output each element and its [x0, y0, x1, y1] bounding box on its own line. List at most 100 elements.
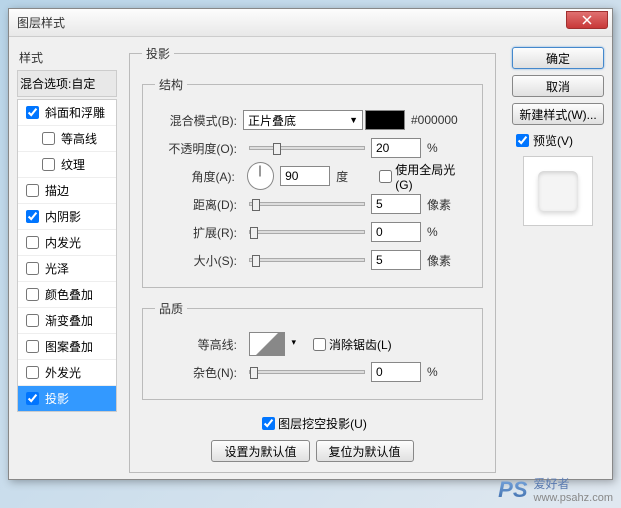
style-item[interactable]: 图案叠加 [18, 334, 116, 360]
noise-unit: % [427, 365, 457, 379]
noise-input[interactable] [371, 362, 421, 382]
blend-mode-row: 混合模式(B): 正片叠底 #000000 [155, 109, 470, 131]
style-item[interactable]: 等高线 [18, 126, 116, 152]
style-item-checkbox[interactable] [26, 366, 39, 379]
style-item-checkbox[interactable] [26, 340, 39, 353]
style-item-label: 斜面和浮雕 [45, 104, 105, 121]
knockout-label[interactable]: 图层挖空投影(U) [258, 414, 367, 433]
style-item-checkbox[interactable] [26, 210, 39, 223]
style-item-label: 图案叠加 [45, 338, 93, 355]
preview-checkbox[interactable] [516, 134, 529, 147]
ok-button[interactable]: 确定 [512, 47, 604, 69]
default-buttons-row: 设置为默认值 复位为默认值 [142, 440, 483, 462]
right-panel: 确定 取消 新建样式(W)... 预览(V) [504, 37, 612, 479]
opacity-slider[interactable] [249, 146, 365, 150]
size-unit: 像素 [427, 252, 457, 269]
noise-slider[interactable] [249, 370, 365, 374]
style-item[interactable]: 投影 [18, 386, 116, 411]
angle-label: 角度(A): [155, 168, 241, 185]
distance-input[interactable] [371, 194, 421, 214]
angle-dial[interactable] [247, 162, 274, 190]
shadow-color-swatch[interactable] [365, 110, 405, 130]
style-item[interactable]: 外发光 [18, 360, 116, 386]
global-light-checkbox[interactable] [379, 170, 392, 183]
angle-unit: 度 [336, 168, 365, 185]
spread-unit: % [427, 225, 457, 239]
global-light-label[interactable]: 使用全局光(G) [375, 161, 470, 192]
style-item-checkbox[interactable] [42, 132, 55, 145]
antialias-label[interactable]: 消除锯齿(L) [309, 335, 392, 354]
spread-input[interactable] [371, 222, 421, 242]
style-item-label: 内发光 [45, 234, 81, 251]
spread-slider[interactable] [249, 230, 365, 234]
opacity-label: 不透明度(O): [155, 140, 243, 157]
noise-label: 杂色(N): [155, 364, 243, 381]
blend-mode-label: 混合模式(B): [155, 112, 243, 129]
quality-fieldset: 品质 等高线: 消除锯齿(L) 杂色(N): % [142, 300, 483, 400]
spread-row: 扩展(R): % [155, 221, 470, 243]
style-item[interactable]: 描边 [18, 178, 116, 204]
style-item-label: 渐变叠加 [45, 312, 93, 329]
style-item-checkbox[interactable] [26, 184, 39, 197]
knockout-row: 图层挖空投影(U) [142, 412, 483, 434]
titlebar: 图层样式 [9, 9, 612, 37]
layer-style-dialog: 图层样式 样式 混合选项:自定 斜面和浮雕等高线纹理描边内阴影内发光光泽颜色叠加… [8, 8, 613, 480]
style-item[interactable]: 斜面和浮雕 [18, 100, 116, 126]
style-item[interactable]: 颜色叠加 [18, 282, 116, 308]
watermark-text: 爱好者 www.psahz.com [534, 475, 613, 504]
style-item-checkbox[interactable] [26, 236, 39, 249]
noise-row: 杂色(N): % [155, 361, 470, 383]
structure-legend: 结构 [155, 76, 187, 93]
preview-label[interactable]: 预览(V) [512, 131, 604, 150]
size-label: 大小(S): [155, 252, 243, 269]
window-title: 图层样式 [17, 14, 65, 31]
style-item-checkbox[interactable] [26, 314, 39, 327]
blend-mode-value: 正片叠底 [248, 112, 296, 129]
make-default-button[interactable]: 设置为默认值 [211, 440, 309, 462]
style-item[interactable]: 内发光 [18, 230, 116, 256]
cancel-button[interactable]: 取消 [512, 75, 604, 97]
main-panel: 投影 结构 混合模式(B): 正片叠底 #000000 不透明度(O): [121, 37, 504, 479]
style-item[interactable]: 渐变叠加 [18, 308, 116, 334]
style-item-label: 纹理 [61, 156, 85, 173]
sidebar: 样式 混合选项:自定 斜面和浮雕等高线纹理描边内阴影内发光光泽颜色叠加渐变叠加图… [9, 37, 121, 479]
style-item[interactable]: 内阴影 [18, 204, 116, 230]
size-input[interactable] [371, 250, 421, 270]
style-item-checkbox[interactable] [42, 158, 55, 171]
contour-row: 等高线: 消除锯齿(L) [155, 333, 470, 355]
style-item-label: 等高线 [61, 130, 97, 147]
structure-fieldset: 结构 混合模式(B): 正片叠底 #000000 不透明度(O): % [142, 76, 483, 288]
distance-label: 距离(D): [155, 196, 243, 213]
close-button[interactable] [566, 11, 608, 29]
style-item-label: 光泽 [45, 260, 69, 277]
antialias-checkbox[interactable] [313, 338, 326, 351]
sidebar-header: 样式 [17, 45, 117, 70]
new-style-button[interactable]: 新建样式(W)... [512, 103, 604, 125]
reset-default-button[interactable]: 复位为默认值 [316, 440, 414, 462]
blend-mode-select[interactable]: 正片叠底 [243, 110, 363, 130]
knockout-checkbox[interactable] [262, 417, 275, 430]
style-item-checkbox[interactable] [26, 288, 39, 301]
style-item-checkbox[interactable] [26, 262, 39, 275]
style-item-label: 投影 [45, 390, 69, 407]
angle-row: 角度(A): 度 使用全局光(G) [155, 165, 470, 187]
size-slider[interactable] [249, 258, 365, 262]
style-item-checkbox[interactable] [26, 106, 39, 119]
style-item[interactable]: 光泽 [18, 256, 116, 282]
preview-swatch [538, 171, 578, 211]
size-row: 大小(S): 像素 [155, 249, 470, 271]
style-item-checkbox[interactable] [26, 392, 39, 405]
style-item-label: 内阴影 [45, 208, 81, 225]
opacity-input[interactable] [371, 138, 421, 158]
style-item[interactable]: 纹理 [18, 152, 116, 178]
close-icon [582, 15, 592, 25]
contour-label: 等高线: [155, 336, 243, 353]
style-item-label: 描边 [45, 182, 69, 199]
distance-slider[interactable] [249, 202, 365, 206]
opacity-row: 不透明度(O): % [155, 137, 470, 159]
opacity-unit: % [427, 141, 457, 155]
watermark: PS 爱好者 www.psahz.com [498, 475, 613, 504]
contour-picker[interactable] [249, 332, 285, 356]
blend-options-row[interactable]: 混合选项:自定 [17, 70, 117, 97]
angle-input[interactable] [280, 166, 330, 186]
